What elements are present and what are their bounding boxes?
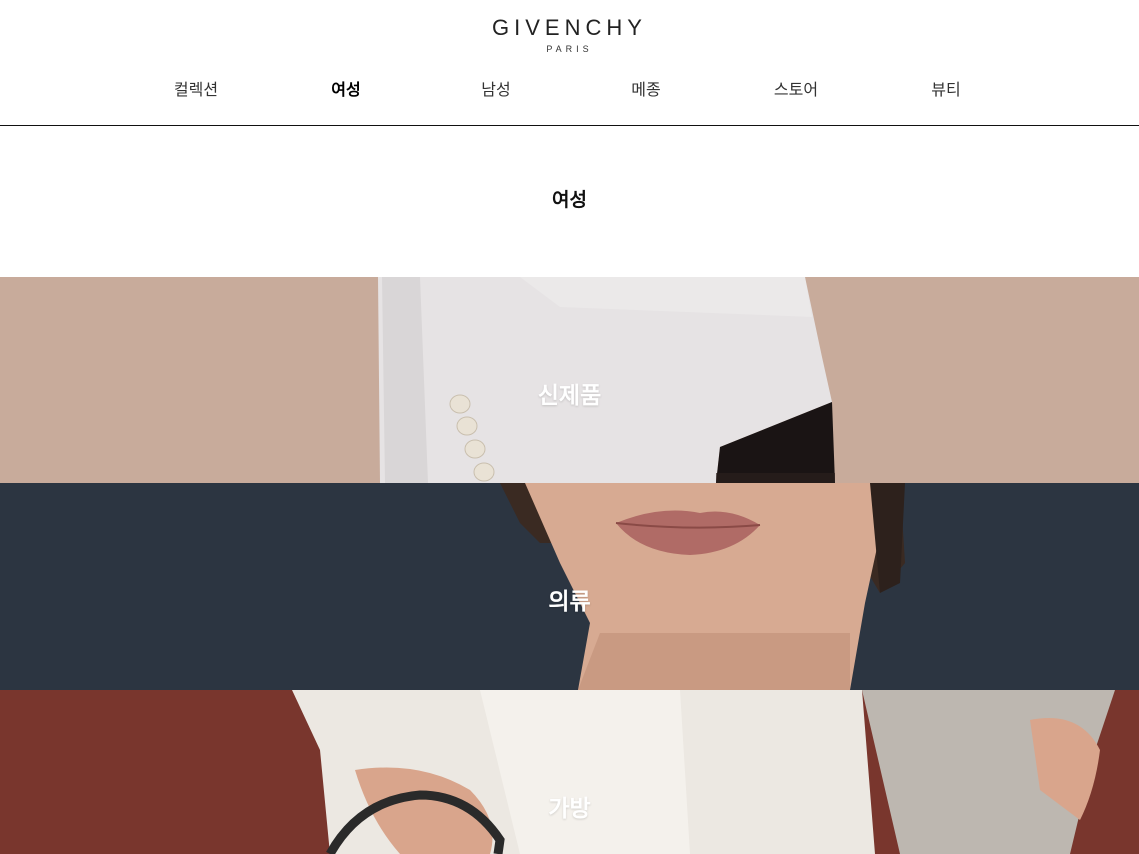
nav-item-men[interactable]: 남성: [436, 78, 556, 104]
nav-item-store[interactable]: 스토어: [736, 78, 856, 104]
nav-item-beauty[interactable]: 뷰티: [886, 78, 1006, 104]
category-banner-new[interactable]: 신제품: [0, 277, 1139, 483]
category-banner-bags[interactable]: 가방: [0, 690, 1139, 854]
nav-item-collection[interactable]: 컬렉션: [136, 78, 256, 104]
site-header: GIVENCHY PARIS 컬렉션 여성 남성 메종 스토어 뷰티: [0, 0, 1139, 126]
brand-sub: PARIS: [546, 44, 593, 54]
category-label-new: 신제품: [537, 382, 602, 408]
main-nav: 컬렉션 여성 남성 메종 스토어 뷰티: [0, 78, 1139, 104]
banner-bags-image: [292, 690, 1115, 854]
category-label-apparel: 의류: [548, 588, 591, 614]
brand-logo[interactable]: GIVENCHY PARIS: [0, 14, 1139, 55]
nav-item-maison[interactable]: 메종: [586, 78, 706, 104]
nav-item-women[interactable]: 여성: [286, 78, 406, 104]
page-title: 여성: [552, 190, 587, 211]
category-label-bags: 가방: [548, 795, 591, 821]
brand-name: GIVENCHY: [492, 15, 647, 40]
category-banner-apparel[interactable]: 의류: [0, 483, 1139, 690]
